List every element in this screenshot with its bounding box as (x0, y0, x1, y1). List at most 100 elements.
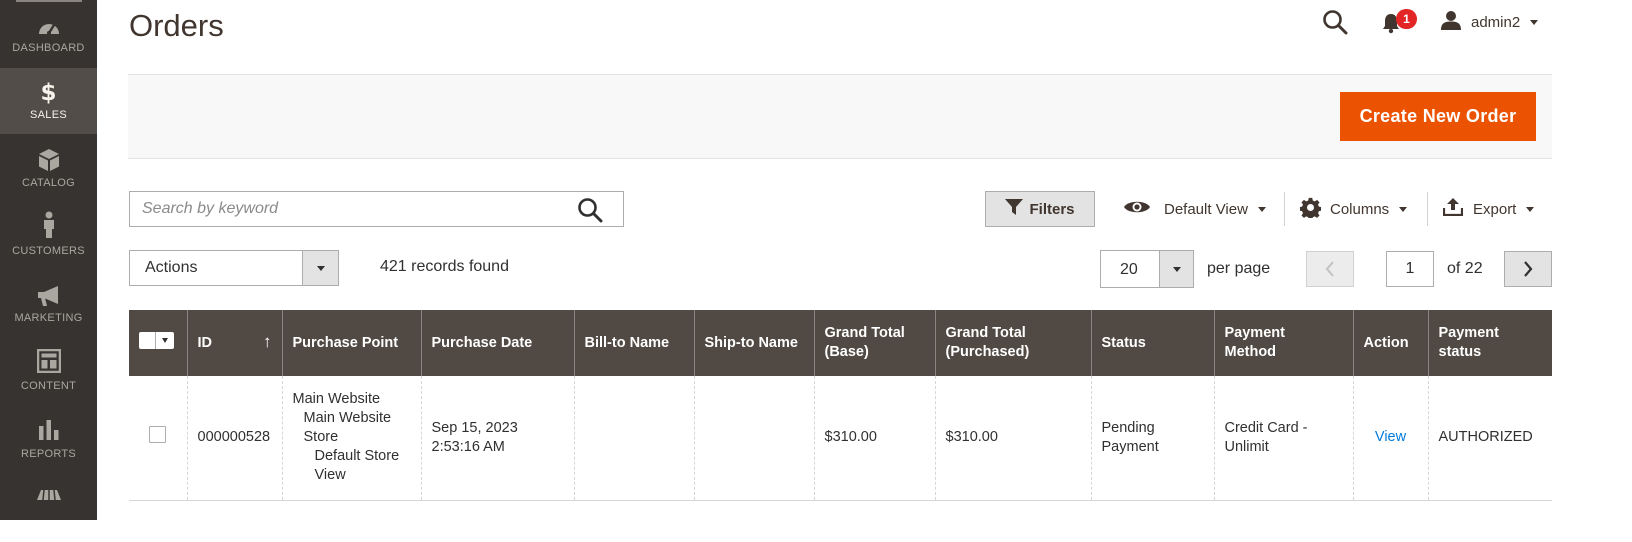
admin-user-menu[interactable]: admin2 (1440, 10, 1539, 35)
column-header-grand-total-purchased[interactable]: Grand Total (Purchased) (934, 310, 1091, 376)
table-row[interactable]: 000000528 Main Website Main Website Stor… (129, 376, 1552, 501)
current-page-input[interactable] (1386, 251, 1434, 287)
time-line: 2:53:16 AM (431, 438, 505, 455)
cell-purchase-date: Sep 15, 2023 2:53:16 AM (420, 376, 574, 501)
chevron-down-icon (1257, 206, 1266, 212)
column-header-payment-method[interactable]: Payment Method (1213, 310, 1353, 376)
divider (1427, 192, 1428, 226)
sidebar-item-content[interactable]: CONTENT (0, 340, 97, 406)
cell-ship-to-name (693, 376, 814, 501)
layout-icon (0, 348, 97, 374)
page-actions-bar (128, 74, 1552, 159)
filter-funnel-icon (1005, 199, 1029, 219)
divider (1284, 192, 1285, 226)
sidebar-item-catalog[interactable]: CATALOG (0, 136, 97, 202)
sidebar-item-stores[interactable] (0, 476, 97, 542)
store-icon (0, 486, 97, 512)
search-input[interactable] (142, 192, 572, 226)
status-line: Pending (1101, 419, 1155, 436)
global-search-icon[interactable] (1322, 9, 1348, 35)
column-label: Method (1224, 344, 1277, 360)
sidebar-item-label: SALES (30, 109, 67, 121)
column-header-purchase-date[interactable]: Purchase Date (420, 310, 574, 376)
view-switcher-dropdown[interactable]: Default View (1123, 191, 1266, 227)
sidebar-item-label: CONTENT (20, 380, 77, 392)
column-header-id[interactable]: ID ↑ (186, 310, 282, 376)
payment-method-line: Credit Card - (1224, 419, 1308, 436)
column-header-payment-status[interactable]: Payment status (1427, 310, 1552, 376)
dollar-icon: $ (40, 80, 57, 106)
previous-page-button[interactable] (1306, 251, 1354, 287)
sidebar-item-dashboard[interactable]: DASHBOARD (0, 2, 97, 68)
column-header-bill-to-name[interactable]: Bill-to Name (573, 310, 694, 376)
actions-label: Actions (145, 259, 198, 276)
column-label: Payment (1438, 325, 1499, 341)
sidebar-item-sales[interactable]: $ SALES (0, 68, 97, 134)
row-select-cell (129, 376, 187, 501)
per-page-select[interactable]: 20 (1100, 250, 1194, 288)
sidebar-item-label: REPORTS (20, 448, 77, 460)
export-upload-icon (1442, 198, 1464, 220)
chevron-down-icon (1530, 19, 1539, 25)
chevron-down-icon (156, 332, 174, 349)
box-icon (0, 147, 97, 173)
columns-label: Columns (1330, 200, 1390, 218)
megaphone-icon (0, 283, 97, 309)
sidebar-item-marketing[interactable]: MARKETING (0, 272, 97, 338)
sidebar-item-label: DASHBOARD (12, 42, 85, 54)
cell-status: Pending Payment (1090, 376, 1214, 501)
records-found: 421 records found (380, 258, 509, 275)
store-view-name: Default Store View (314, 448, 400, 484)
next-page-button[interactable] (1504, 251, 1552, 287)
sidebar-item-customers[interactable]: CUSTOMERS (0, 204, 97, 270)
mass-actions-select[interactable]: Actions (129, 250, 339, 286)
column-label: status (1438, 344, 1482, 360)
notifications-count-badge[interactable]: 1 (1396, 9, 1417, 29)
column-header-purchase-point[interactable]: Purchase Point (281, 310, 421, 376)
sidebar-item-reports[interactable]: REPORTS (0, 408, 97, 474)
column-label: Grand Total (945, 325, 1026, 341)
cell-grand-total-base: $310.00 (813, 376, 935, 501)
column-header-status[interactable]: Status (1090, 310, 1214, 376)
row-checkbox[interactable] (149, 426, 166, 444)
chevron-left-icon (1325, 261, 1334, 277)
orders-grid: ID ↑ Purchase Point Purchase Date Bill-t… (129, 310, 1552, 501)
mass-select-checkbox[interactable] (139, 331, 174, 349)
admin-sidebar: DASHBOARD $ SALES CATALOG CUSTOMERS MARK… (0, 0, 97, 520)
dashboard-icon (0, 14, 97, 40)
bar-chart-icon (0, 417, 97, 443)
total-pages: of 22 (1447, 260, 1483, 277)
export-label: Export (1473, 200, 1517, 218)
export-dropdown[interactable]: Export (1442, 191, 1535, 227)
filters-button[interactable]: Filters (985, 191, 1095, 227)
view-label: Default View (1164, 200, 1248, 218)
column-header-grand-total-base[interactable]: Grand Total (Base) (813, 310, 935, 376)
chevron-down-icon (1526, 206, 1535, 212)
gear-icon (1299, 197, 1322, 222)
column-label: ID (197, 334, 213, 351)
user-icon (1440, 10, 1462, 35)
cell-grand-total-purchased: $310.00 (934, 376, 1091, 501)
mass-select-header[interactable] (129, 310, 187, 376)
status-line: Payment (1101, 438, 1159, 455)
store-name: Main Website Store (303, 410, 392, 446)
cell-payment-method: Credit Card - Unlimit (1213, 376, 1353, 501)
view-order-link[interactable]: View (1375, 429, 1406, 445)
page-title: Orders (129, 8, 224, 43)
columns-dropdown[interactable]: Columns (1299, 191, 1408, 227)
search-icon[interactable] (577, 197, 603, 223)
column-label: Payment (1224, 325, 1285, 341)
column-header-action: Action (1352, 310, 1428, 376)
chevron-down-icon (1399, 206, 1408, 212)
cell-purchase-point: Main Website Main Website Store Default … (281, 376, 421, 501)
column-label: Grand Total (824, 325, 905, 341)
filters-label: Filters (1029, 200, 1075, 218)
column-header-ship-to-name[interactable]: Ship-to Name (693, 310, 814, 376)
per-page-value: 20 (1120, 261, 1138, 278)
chevron-down-icon (1159, 251, 1193, 287)
create-new-order-button[interactable]: Create New Order (1340, 92, 1536, 141)
sidebar-item-label: MARKETING (14, 312, 83, 324)
cell-payment-status: AUTHORIZED (1427, 376, 1552, 501)
eye-icon (1123, 199, 1151, 219)
cell-id: 000000528 (186, 376, 282, 501)
